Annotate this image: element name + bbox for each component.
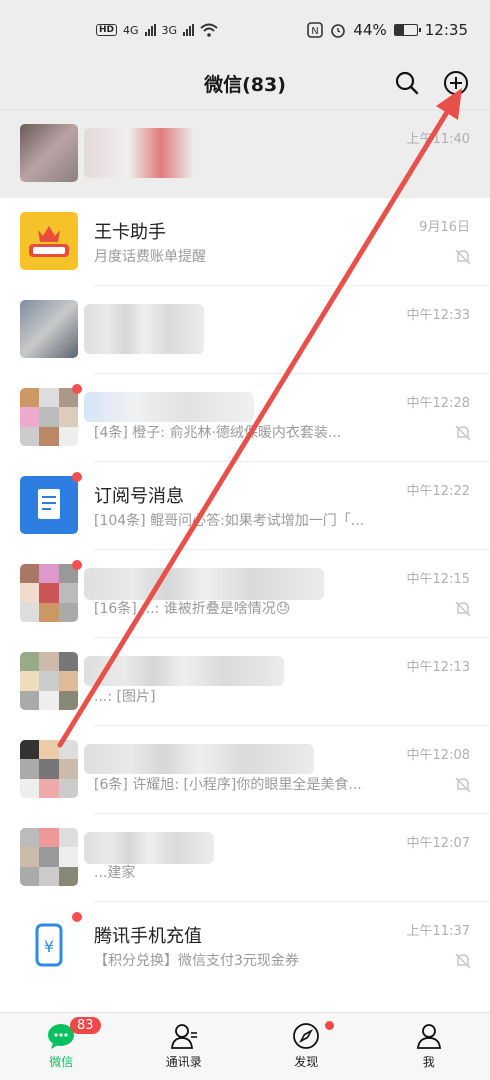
avatar	[20, 828, 78, 886]
blurred-content	[84, 392, 254, 422]
network-3g-label: 3G	[161, 23, 178, 37]
tab-label: 通讯录	[165, 1055, 202, 1069]
unread-dot	[72, 560, 82, 570]
chat-list: 上午11:40 王卡助手 月度话费账单提醒 9月16日 中午12:33 [4条]…	[0, 110, 490, 990]
chat-time: 中午12:13	[406, 660, 470, 675]
blurred-content	[84, 656, 284, 686]
plus-circle-icon	[444, 71, 468, 95]
signal-icon	[144, 24, 156, 36]
blurred-content	[84, 304, 204, 354]
chat-preview: 【积分兑换】微信支付3元现金券	[94, 953, 299, 969]
tab-label: 微信	[49, 1055, 74, 1069]
blurred-content	[84, 744, 314, 774]
chat-item[interactable]: [4条] 橙子: 俞兆林·德绒保暖内衣套装... 中午12:28	[0, 374, 490, 462]
battery-percent: 44%	[353, 21, 387, 39]
signal-icon-2	[183, 24, 195, 36]
chat-time: 上午11:40	[406, 132, 470, 147]
chat-item[interactable]: 上午11:40	[0, 110, 490, 198]
blurred-content	[84, 832, 214, 864]
status-bar: HD 4G 3G N 44% 12:35	[0, 0, 490, 60]
search-button[interactable]	[392, 68, 422, 98]
wifi-icon	[200, 23, 218, 37]
svg-text:N: N	[312, 26, 319, 37]
chat-time: 中午12:22	[406, 484, 470, 499]
bottom-tab-bar: 83 微信 通讯录 发现 我	[0, 1012, 490, 1080]
chat-item[interactable]: ¥ 腾讯手机充值 【积分兑换】微信支付3元现金券 上午11:37	[0, 902, 490, 990]
avatar	[20, 212, 78, 270]
avatar	[20, 124, 78, 182]
chat-item[interactable]: 订阅号消息 [104条] 鲲哥问必答:如果考试增加一门「... 中午12:22	[0, 462, 490, 550]
svg-text:¥: ¥	[44, 937, 54, 956]
mute-bell-icon	[455, 249, 471, 265]
chat-preview: ...: [图片]	[94, 689, 156, 705]
unread-dot	[72, 384, 82, 394]
battery-icon	[393, 24, 421, 36]
search-icon	[395, 71, 419, 95]
unread-dot	[72, 912, 82, 922]
mute-bell-icon	[455, 777, 471, 793]
chat-preview: [6条] 许耀旭: [小程序]你的眼里全是美食...	[94, 777, 362, 793]
crown-logo-icon	[29, 226, 69, 257]
tab-label: 我	[422, 1055, 435, 1069]
network-4g-label: 4G	[123, 23, 139, 37]
avatar	[20, 476, 78, 534]
blurred-content	[84, 568, 324, 600]
chat-item[interactable]: [16条] ...: 谁被折叠是啥情况😓 中午12:15	[0, 550, 490, 638]
chat-preview: [16条] ...: 谁被折叠是啥情况😓	[94, 601, 291, 617]
chat-time: 9月16日	[419, 220, 470, 235]
clock: 12:35	[424, 21, 468, 39]
nfc-icon: N	[307, 22, 324, 38]
chat-time: 中午12:15	[406, 572, 470, 587]
tab-discover[interactable]: 发现	[245, 1013, 368, 1080]
chat-time: 中午12:07	[406, 836, 470, 851]
chat-item[interactable]: 王卡助手 月度话费账单提醒 9月16日	[0, 198, 490, 286]
contacts-icon	[170, 1024, 197, 1049]
tab-me[interactable]: 我	[368, 1013, 490, 1080]
discover-dot	[325, 1021, 334, 1030]
person-icon	[416, 1024, 441, 1049]
mute-bell-icon	[455, 601, 471, 617]
header: 微信(83)	[0, 60, 490, 110]
avatar	[20, 300, 78, 358]
avatar	[20, 564, 78, 622]
chat-name: 订阅号消息	[94, 486, 184, 507]
phone-yuan-icon: ¥	[35, 923, 63, 967]
chat-time: 中午12:33	[406, 308, 470, 323]
add-button[interactable]	[441, 68, 471, 98]
tab-label: 发现	[294, 1055, 319, 1069]
avatar: ¥	[20, 916, 78, 974]
status-network: HD 4G 3G	[96, 23, 218, 37]
chat-name: 王卡助手	[94, 222, 166, 243]
mute-bell-icon	[455, 425, 471, 441]
document-icon	[38, 489, 60, 519]
avatar	[20, 740, 78, 798]
chat-name: 腾讯手机充值	[94, 926, 202, 947]
chat-item[interactable]: [6条] 许耀旭: [小程序]你的眼里全是美食... 中午12:08	[0, 726, 490, 814]
mute-bell-icon	[455, 953, 471, 969]
chat-time: 中午12:28	[406, 396, 470, 411]
chat-item[interactable]: ...: [图片] 中午12:13	[0, 638, 490, 726]
compass-icon	[293, 1023, 320, 1049]
tab-contacts[interactable]: 通讯录	[123, 1013, 246, 1080]
unread-dot	[72, 472, 82, 482]
chat-preview: [104条] 鲲哥问必答:如果考试增加一门「...	[94, 513, 365, 529]
chat-preview: ...建家	[94, 865, 136, 881]
chat-item[interactable]: ...建家 中午12:07	[0, 814, 490, 902]
hd-badge: HD	[96, 24, 118, 36]
unread-badge: 83	[70, 1017, 101, 1034]
avatar	[20, 388, 78, 446]
blurred-content	[84, 128, 194, 178]
tab-chats[interactable]: 83 微信	[0, 1013, 123, 1080]
chat-time: 中午12:08	[406, 748, 470, 763]
avatar	[20, 652, 78, 710]
chat-time: 上午11:37	[406, 924, 470, 939]
alarm-icon	[331, 24, 346, 38]
chat-preview: [4条] 橙子: 俞兆林·德绒保暖内衣套装...	[94, 425, 342, 441]
chat-item[interactable]: 中午12:33	[0, 286, 490, 374]
chat-preview: 月度话费账单提醒	[94, 249, 206, 265]
